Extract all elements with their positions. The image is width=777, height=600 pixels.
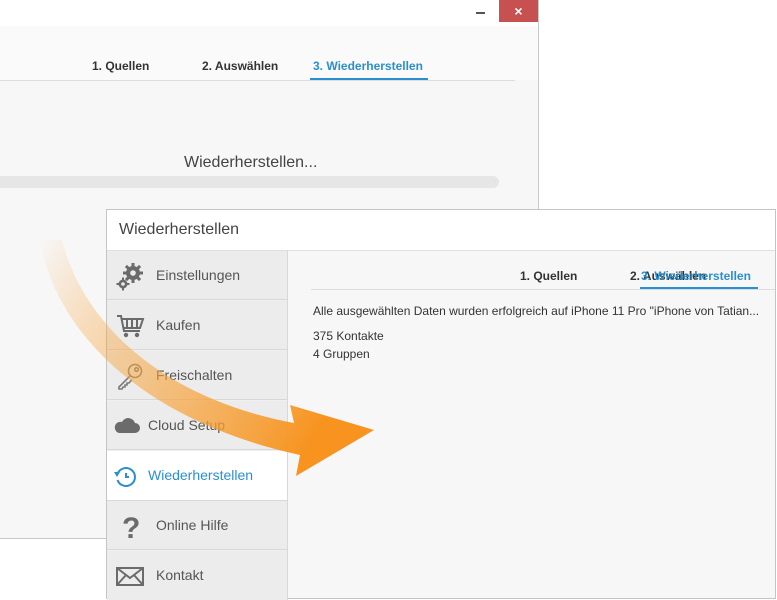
back-tab-quellen[interactable]: 1. Quellen xyxy=(92,59,149,73)
result-message: Alle ausgewählten Daten wurden erfolgrei… xyxy=(313,304,760,318)
restore-status-text: Wiederherstellen... xyxy=(184,154,318,171)
back-tab-divider xyxy=(0,80,515,81)
main-content: 1. Quellen 2. Auswählen 3. Wiederherstel… xyxy=(288,251,775,598)
sidebar-item-einstellungen[interactable]: Einstellungen xyxy=(107,251,287,300)
tab-wiederherstellen[interactable]: 3. Wiederherstellen xyxy=(641,269,751,283)
restore-icon xyxy=(114,467,136,487)
key-icon xyxy=(118,363,143,390)
sidebar-item-label: Online Hilfe xyxy=(156,517,229,533)
front-window: Wiederherstellen Einstellungen Kaufen Fr… xyxy=(106,209,776,600)
gears-icon xyxy=(116,263,143,291)
back-active-tab-underline xyxy=(310,78,428,80)
back-tab-wiederherstellen[interactable]: 3. Wiederherstellen xyxy=(313,59,423,73)
envelope-icon xyxy=(116,567,144,586)
back-tab-auswaehlen[interactable]: 2. Auswählen xyxy=(202,59,278,73)
sidebar-item-cloud-setup[interactable]: Cloud Setup xyxy=(107,401,287,450)
sidebar-item-label: Einstellungen xyxy=(156,267,241,283)
minimize-button[interactable] xyxy=(463,0,498,22)
sidebar-item-wiederherstellen[interactable]: Wiederherstellen xyxy=(107,451,287,501)
sidebar-item-freischalten[interactable]: Freischalten xyxy=(107,351,287,400)
tab-quellen[interactable]: 1. Quellen xyxy=(520,269,577,283)
window-title: Wiederherstellen xyxy=(119,221,240,238)
sidebar-item-label: Cloud Setup xyxy=(148,417,226,433)
sidebar-item-kontakt[interactable]: Kontakt xyxy=(107,551,287,600)
active-tab-underline xyxy=(640,287,758,289)
question-icon: ? xyxy=(122,512,140,541)
cloud-icon xyxy=(114,418,140,433)
sidebar-item-online-hilfe[interactable]: ? Online Hilfe xyxy=(107,501,287,550)
contacts-count: 375 Kontakte xyxy=(313,329,384,343)
shopping-cart-icon xyxy=(117,315,145,338)
sidebar-item-kaufen[interactable]: Kaufen xyxy=(107,301,287,350)
sidebar-item-label: Kontakt xyxy=(156,567,204,583)
groups-count: 4 Gruppen xyxy=(313,347,370,361)
sidebar-item-label: Wiederherstellen xyxy=(148,467,254,483)
tab-divider xyxy=(311,289,775,290)
back-titlebar: × xyxy=(0,0,538,26)
sidebar-item-label: Freischalten xyxy=(156,367,233,383)
sidebar-item-label: Kaufen xyxy=(156,317,201,333)
close-button[interactable]: × xyxy=(499,0,538,22)
minimize-icon xyxy=(476,12,485,14)
svg-text:?: ? xyxy=(122,512,140,541)
sidebar: Einstellungen Kaufen Freischalten Cloud … xyxy=(107,251,288,600)
front-titlebar: Wiederherstellen xyxy=(107,210,775,251)
restore-progress-bar xyxy=(0,176,499,188)
